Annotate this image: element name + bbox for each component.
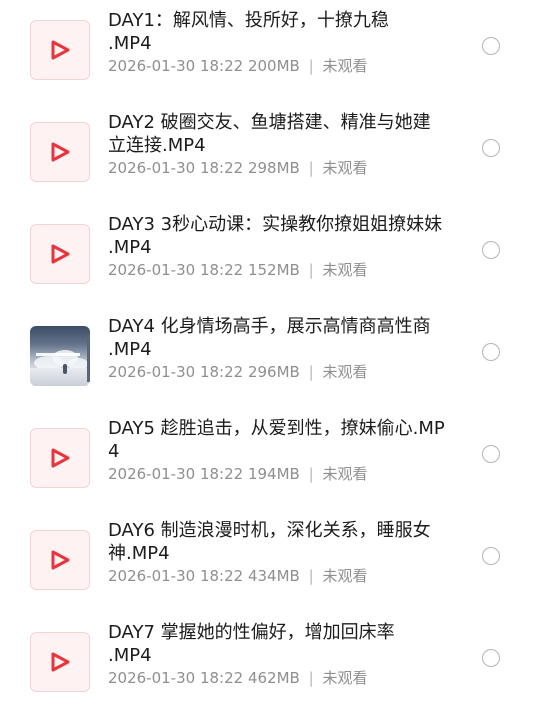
file-list: DAY1：解风情、投所好，十撩九稳 .MP4 2026-01-30 18:22 … — [0, 0, 539, 702]
file-date: 2026-01-30 18:22 — [108, 669, 244, 687]
file-title: DAY7 掌握她的性偏好，增加回床率 .MP4 — [108, 622, 395, 666]
file-title: DAY1：解风情、投所好，十撩九稳 .MP4 — [108, 10, 389, 54]
play-icon — [51, 244, 70, 264]
file-size: 152MB — [247, 261, 300, 279]
file-title: DAY5 趁胜追击，从爱到性，撩妹偷心.MP4 — [108, 418, 445, 462]
file-row[interactable]: DAY1：解风情、投所好，十撩九稳 .MP4 2026-01-30 18:22 … — [0, 0, 539, 95]
file-meta: 2026-01-30 18:22 298MB | 未观看 — [108, 159, 367, 177]
file-size: 200MB — [247, 57, 300, 75]
play-icon — [51, 550, 70, 570]
meta-separator: | — [308, 465, 314, 483]
watch-status: 未观看 — [322, 57, 368, 75]
watch-status: 未观看 — [322, 363, 368, 381]
file-row[interactable]: DAY2 破圈交友、鱼塘搭建、精准与她建立连接.MP4 2026-01-30 1… — [0, 97, 539, 197]
file-meta: 2026-01-30 18:22 152MB | 未观看 — [108, 261, 367, 279]
file-row[interactable]: DAY7 掌握她的性偏好，增加回床率 .MP4 2026-01-30 18:22… — [0, 607, 539, 707]
file-size: 194MB — [247, 465, 300, 483]
select-radio[interactable] — [482, 649, 500, 667]
meta-separator: | — [308, 159, 314, 177]
meta-separator: | — [308, 567, 314, 585]
watch-status: 未观看 — [322, 669, 368, 687]
file-title: DAY6 制造浪漫时机，深化关系，睡服女神.MP4 — [108, 520, 431, 564]
file-meta: 2026-01-30 18:22 200MB | 未观看 — [108, 57, 367, 75]
video-thumbnail — [30, 122, 90, 182]
play-icon — [51, 448, 70, 468]
file-size: 298MB — [247, 159, 300, 177]
preview-edge — [87, 340, 90, 382]
file-date: 2026-01-30 18:22 — [108, 57, 244, 75]
file-date: 2026-01-30 18:22 — [108, 465, 244, 483]
file-meta: 2026-01-30 18:22 296MB | 未观看 — [108, 363, 367, 381]
file-size: 296MB — [247, 363, 300, 381]
file-title: DAY2 破圈交友、鱼塘搭建、精准与她建立连接.MP4 — [108, 112, 431, 156]
file-size: 462MB — [247, 669, 300, 687]
file-row[interactable]: DAY3 3秒心动课：实操教你撩姐姐撩妹妹 .MP4 2026-01-30 18… — [0, 199, 539, 299]
file-row[interactable]: DAY6 制造浪漫时机，深化关系，睡服女神.MP4 2026-01-30 18:… — [0, 505, 539, 605]
meta-separator: | — [308, 669, 314, 687]
file-date: 2026-01-30 18:22 — [108, 363, 244, 381]
file-title: DAY3 3秒心动课：实操教你撩姐姐撩妹妹 .MP4 — [108, 214, 448, 258]
video-preview-image — [30, 326, 90, 386]
play-icon — [51, 40, 70, 60]
preview-caption — [36, 353, 80, 356]
file-row[interactable]: DAY5 趁胜追击，从爱到性，撩妹偷心.MP4 2026-01-30 18:22… — [0, 403, 539, 503]
select-radio[interactable] — [482, 343, 500, 361]
select-radio[interactable] — [482, 139, 500, 157]
video-thumbnail — [30, 224, 90, 284]
video-thumbnail — [30, 530, 90, 590]
file-meta: 2026-01-30 18:22 434MB | 未观看 — [108, 567, 367, 585]
play-icon — [51, 652, 70, 672]
select-radio[interactable] — [482, 37, 500, 55]
watch-status: 未观看 — [322, 465, 368, 483]
meta-separator: | — [308, 363, 314, 381]
file-meta: 2026-01-30 18:22 194MB | 未观看 — [108, 465, 367, 483]
person-silhouette — [63, 364, 67, 374]
video-thumbnail — [30, 428, 90, 488]
watch-status: 未观看 — [322, 567, 368, 585]
meta-separator: | — [308, 261, 314, 279]
file-row[interactable]: DAY4 化身情场高手，展示高情商高性商 .MP4 2026-01-30 18:… — [0, 301, 539, 401]
select-radio[interactable] — [482, 241, 500, 259]
file-meta: 2026-01-30 18:22 462MB | 未观看 — [108, 669, 367, 687]
meta-separator: | — [308, 57, 314, 75]
watch-status: 未观看 — [322, 159, 368, 177]
video-thumbnail — [30, 20, 90, 80]
file-date: 2026-01-30 18:22 — [108, 159, 244, 177]
select-radio[interactable] — [482, 445, 500, 463]
watch-status: 未观看 — [322, 261, 368, 279]
snow-ground — [30, 368, 90, 386]
file-size: 434MB — [247, 567, 300, 585]
play-icon — [51, 142, 70, 162]
file-date: 2026-01-30 18:22 — [108, 567, 244, 585]
video-thumbnail — [30, 632, 90, 692]
select-radio[interactable] — [482, 547, 500, 565]
file-title: DAY4 化身情场高手，展示高情商高性商 .MP4 — [108, 316, 454, 360]
file-date: 2026-01-30 18:22 — [108, 261, 244, 279]
